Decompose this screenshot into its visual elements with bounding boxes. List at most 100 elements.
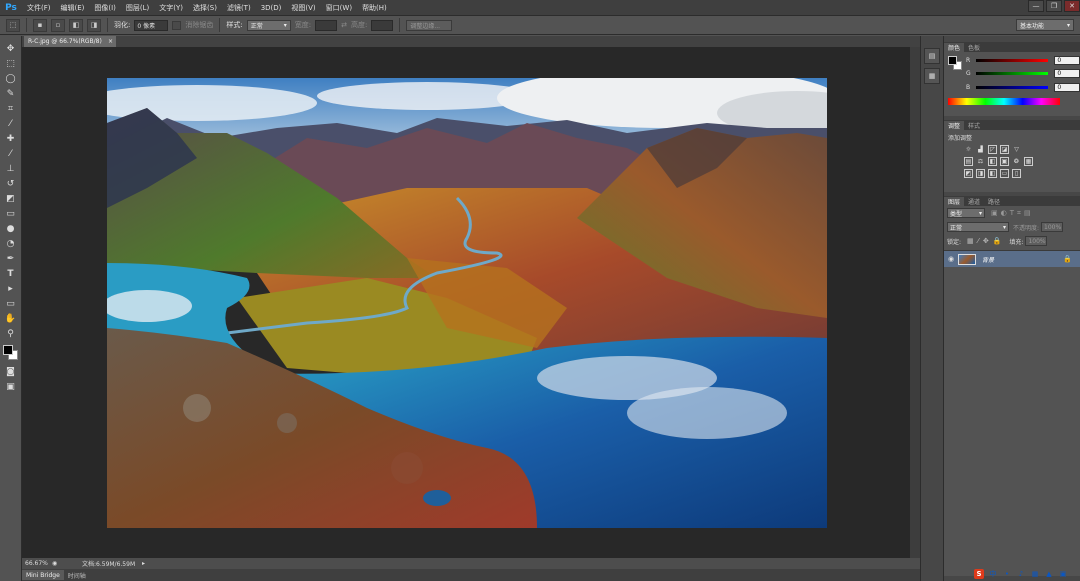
photo-filter-icon[interactable]: ▣ (1000, 157, 1009, 166)
new-selection-icon[interactable]: ▪ (33, 18, 47, 32)
healing-brush-tool-icon[interactable]: ✚ (4, 132, 18, 146)
brightness-icon[interactable]: ☼ (964, 145, 973, 154)
menu-file[interactable]: 文件(F) (22, 3, 56, 13)
threshold-icon[interactable]: ◧ (988, 169, 997, 178)
red-value-input[interactable]: 0 (1054, 55, 1080, 65)
crop-tool-icon[interactable]: ⌗ (4, 102, 18, 116)
refine-edge-button[interactable]: 调整边缘... (406, 19, 453, 31)
style-select[interactable]: 正常 ▾ (246, 19, 291, 31)
menu-edit[interactable]: 编辑(E) (56, 3, 90, 13)
gradient-map-icon[interactable]: ▭ (1000, 169, 1009, 178)
layer-filter-icons[interactable]: ▣◐T⌗▤ (991, 209, 1034, 218)
quick-mask-icon[interactable]: ◙ (4, 365, 18, 379)
menu-help[interactable]: 帮助(H) (357, 3, 392, 13)
add-selection-icon[interactable]: ▫ (51, 18, 65, 32)
document-tab[interactable]: R-C.jpg @ 66.7%(RGB/8) × (24, 36, 116, 47)
hand-tool-icon[interactable]: ✋ (4, 312, 18, 326)
zoom-tool-icon[interactable]: ⚲ (4, 327, 18, 341)
layer-row[interactable]: ◉ 背景 🔒 (944, 251, 1080, 267)
color-spectrum-bar[interactable] (948, 98, 1060, 105)
vertical-scrollbar[interactable] (910, 47, 920, 558)
type-tool-icon[interactable]: T (4, 267, 18, 281)
tab-layers[interactable]: 图层 (944, 197, 965, 206)
tab-adjustments[interactable]: 调整 (944, 121, 965, 130)
intersect-selection-icon[interactable]: ◨ (87, 18, 101, 32)
selective-color-icon[interactable]: ▯ (1012, 169, 1021, 178)
foreground-color-swatch[interactable] (948, 56, 957, 65)
history-brush-tool-icon[interactable]: ↺ (4, 177, 18, 191)
zoom-level[interactable]: 66.67% (22, 560, 52, 567)
layer-name[interactable]: 背景 (982, 255, 994, 264)
properties-panel-icon[interactable]: ▦ (924, 68, 940, 84)
lock-icons[interactable]: ▦⁄✥🔒 (967, 237, 1005, 245)
dodge-tool-icon[interactable]: ◔ (4, 237, 18, 251)
document-image[interactable] (107, 78, 827, 528)
tab-timeline[interactable]: 时间轴 (64, 570, 90, 580)
marquee-tool-icon[interactable]: ⬚ (4, 57, 18, 71)
lasso-tool-icon[interactable]: ◯ (4, 72, 18, 86)
curves-icon[interactable]: ◸ (988, 145, 997, 154)
clone-stamp-tool-icon[interactable]: ⊥ (4, 162, 18, 176)
pen-tool-icon[interactable]: ✒ (4, 252, 18, 266)
tab-mini-bridge[interactable]: Mini Bridge (22, 570, 64, 580)
brush-tool-icon[interactable]: ⁄ (4, 147, 18, 161)
path-select-tool-icon[interactable]: ▸ (4, 282, 18, 296)
shape-tool-icon[interactable]: ▭ (4, 297, 18, 311)
move-tool-icon[interactable]: ✥ (4, 42, 18, 56)
red-slider[interactable] (975, 58, 1049, 62)
green-slider[interactable] (975, 71, 1049, 75)
menu-window[interactable]: 窗口(W) (321, 3, 357, 13)
skin-icon[interactable]: ▲ (1044, 569, 1054, 579)
menu-3d[interactable]: 3D(D) (256, 4, 287, 12)
green-value-input[interactable]: 0 (1054, 68, 1080, 78)
width-input[interactable] (315, 19, 338, 31)
hue-saturation-icon[interactable]: ▤ (964, 157, 973, 166)
blue-slider[interactable] (975, 85, 1049, 89)
antialias-checkbox[interactable] (172, 20, 182, 30)
channel-mixer-icon[interactable]: ❂ (1012, 157, 1021, 166)
opacity-input[interactable]: 100% (1041, 222, 1064, 232)
posterize-icon[interactable]: ◨ (976, 169, 985, 178)
minimize-button[interactable]: — (1028, 0, 1044, 12)
status-menu-arrow-icon[interactable]: ▸ (142, 560, 152, 567)
punctuation-icon[interactable]: • (1002, 569, 1012, 579)
screen-mode-icon[interactable]: ▣ (4, 380, 18, 394)
blur-tool-icon[interactable]: ● (4, 222, 18, 236)
levels-icon[interactable]: ▟ (976, 145, 985, 154)
restore-button[interactable]: ❐ (1046, 0, 1062, 12)
swap-icon[interactable]: ⇄ (341, 21, 347, 29)
blue-value-input[interactable]: 0 (1054, 82, 1080, 92)
close-tab-icon[interactable]: × (108, 38, 113, 45)
tab-channels[interactable]: 通道 (964, 197, 984, 206)
layer-kind-select[interactable]: 类型 ▾ (947, 208, 985, 218)
workspace-select[interactable]: 基本功能 ▾ (1016, 19, 1074, 31)
menu-image[interactable]: 图像(I) (89, 3, 121, 13)
eyedropper-tool-icon[interactable]: ⁄ (4, 117, 18, 131)
close-button[interactable]: ✕ (1064, 0, 1080, 12)
microphone-icon[interactable]: ♪ (1016, 569, 1026, 579)
tab-styles[interactable]: 样式 (964, 121, 984, 130)
gradient-tool-icon[interactable]: ▭ (4, 207, 18, 221)
keyboard-icon[interactable]: ▦ (1030, 569, 1040, 579)
tab-paths[interactable]: 路径 (984, 197, 1004, 206)
menu-layer[interactable]: 图层(L) (121, 3, 154, 13)
eraser-tool-icon[interactable]: ◩ (4, 192, 18, 206)
eye-visibility-icon[interactable]: ◉ (944, 255, 958, 263)
tab-swatches[interactable]: 色板 (964, 43, 984, 52)
marquee-tool-preset-icon[interactable]: ⬚ (6, 18, 20, 32)
feather-input[interactable]: 0 像素 (134, 19, 169, 31)
tab-color[interactable]: 颜色 (944, 43, 965, 52)
menu-filter[interactable]: 滤镜(T) (222, 3, 256, 13)
sogou-icon[interactable]: S (974, 568, 984, 579)
height-input[interactable] (371, 19, 394, 31)
menu-select[interactable]: 选择(S) (188, 3, 222, 13)
color-balance-icon[interactable]: ⚖ (976, 157, 985, 166)
foreground-color-swatch[interactable] (3, 345, 13, 355)
quick-select-tool-icon[interactable]: ✎ (4, 87, 18, 101)
exposure-icon[interactable]: ◪ (1000, 145, 1009, 154)
menu-view[interactable]: 视图(V) (286, 3, 320, 13)
chinese-mode-icon[interactable]: 中 (988, 569, 998, 579)
color-lookup-icon[interactable]: ▦ (1024, 157, 1033, 166)
black-white-icon[interactable]: ◧ (988, 157, 997, 166)
toolbox-icon[interactable]: ▣ (1058, 569, 1068, 579)
